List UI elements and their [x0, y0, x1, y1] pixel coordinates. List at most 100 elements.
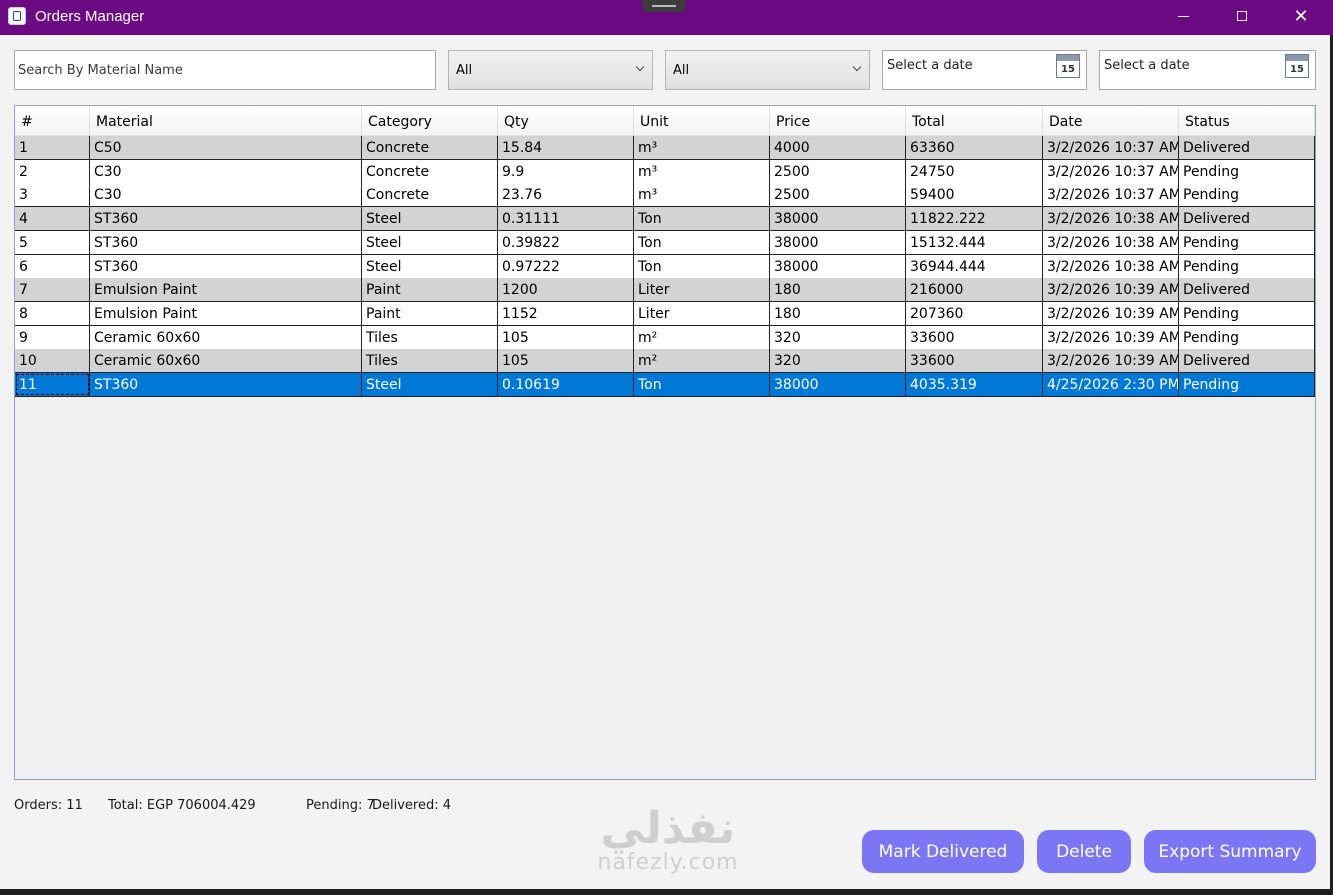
cell-date[interactable]: 4/25/2026 2:30 PM [1043, 373, 1179, 396]
cell-category[interactable]: Tiles [362, 326, 498, 349]
cell-category[interactable]: Paint [362, 302, 498, 325]
cell-status[interactable]: Pending [1179, 231, 1315, 254]
minimize-button[interactable] [1154, 0, 1212, 32]
cell-date[interactable]: 3/2/2026 10:38 AM [1043, 255, 1179, 278]
table-row[interactable]: 8 Emulsion Paint Paint 1152 Liter 180 207360 3/… [15, 302, 1315, 326]
cell-status[interactable]: Delivered [1179, 136, 1315, 159]
cell-unit[interactable]: m² [634, 326, 770, 349]
cell-price[interactable]: 320 [770, 326, 906, 349]
calendar-icon[interactable]: 15 [1056, 54, 1080, 78]
cell-total[interactable]: 33600 [906, 326, 1043, 349]
column-header-price[interactable]: Price [770, 106, 906, 135]
cell-category[interactable]: Concrete [362, 160, 498, 183]
column-header-category[interactable]: Category [362, 106, 498, 135]
table-row[interactable]: 5 ST360 Steel 0.39822 Ton 38000 15132.444 3/2/2… [15, 231, 1315, 255]
cell-date[interactable]: 3/2/2026 10:37 AM [1043, 136, 1179, 159]
column-header-date[interactable]: Date [1043, 106, 1179, 135]
cell-category[interactable]: Paint [362, 278, 498, 301]
cell-unit[interactable]: m³ [634, 136, 770, 159]
cell-num[interactable]: 9 [15, 326, 90, 349]
cell-total[interactable]: 24750 [906, 160, 1043, 183]
cell-qty[interactable]: 0.31111 [498, 207, 634, 230]
cell-status[interactable]: Delivered [1179, 349, 1315, 372]
column-header-qty[interactable]: Qty [498, 106, 634, 135]
cell-status[interactable]: Pending [1179, 255, 1315, 278]
cell-price[interactable]: 4000 [770, 136, 906, 159]
cell-material[interactable]: Emulsion Paint [90, 278, 362, 301]
cell-category[interactable]: Steel [362, 207, 498, 230]
cell-date[interactable]: 3/2/2026 10:39 AM [1043, 278, 1179, 301]
orders-grid[interactable]: # Material Category Qty Unit Price Total Date St… [14, 105, 1316, 780]
cell-status[interactable]: Pending [1179, 160, 1315, 183]
maximize-button[interactable] [1213, 0, 1271, 32]
cell-num[interactable]: 7 [15, 278, 90, 301]
cell-total[interactable]: 216000 [906, 278, 1043, 301]
cell-qty[interactable]: 1152 [498, 302, 634, 325]
cell-price[interactable]: 38000 [770, 255, 906, 278]
cell-unit[interactable]: m² [634, 349, 770, 372]
cell-price[interactable]: 38000 [770, 207, 906, 230]
title-bar[interactable]: Orders Manager ✕ [0, 0, 1333, 35]
cell-date[interactable]: 3/2/2026 10:38 AM [1043, 231, 1179, 254]
cell-total[interactable]: 36944.444 [906, 255, 1043, 278]
cell-material[interactable]: ST360 [90, 373, 362, 396]
cell-total[interactable]: 11822.222 [906, 207, 1043, 230]
cell-unit[interactable]: m³ [634, 183, 770, 206]
table-row[interactable]: 3 C30 Concrete 23.76 m³ 2500 59400 3/2/2026 10:… [15, 183, 1315, 207]
cell-status[interactable]: Pending [1179, 183, 1315, 206]
date-from-picker[interactable]: Select a date 15 [882, 50, 1087, 90]
cell-material[interactable]: C50 [90, 136, 362, 159]
cell-qty[interactable]: 0.39822 [498, 231, 634, 254]
cell-num[interactable]: 4 [15, 207, 90, 230]
cell-unit[interactable]: Liter [634, 302, 770, 325]
search-input[interactable]: Search By Material Name [14, 50, 436, 90]
cell-total[interactable]: 33600 [906, 349, 1043, 372]
cell-material[interactable]: ST360 [90, 255, 362, 278]
cell-total[interactable]: 59400 [906, 183, 1043, 206]
table-row[interactable]: 4 ST360 Steel 0.31111 Ton 38000 11822.222 3/2/2… [15, 207, 1315, 231]
cell-status[interactable]: Pending [1179, 326, 1315, 349]
cell-category[interactable]: Tiles [362, 349, 498, 372]
column-header-unit[interactable]: Unit [634, 106, 770, 135]
cell-date[interactable]: 3/2/2026 10:38 AM [1043, 207, 1179, 230]
cell-date[interactable]: 3/2/2026 10:39 AM [1043, 326, 1179, 349]
cell-num[interactable]: 5 [15, 231, 90, 254]
cell-category[interactable]: Steel [362, 255, 498, 278]
calendar-icon[interactable]: 15 [1285, 54, 1309, 78]
cell-date[interactable]: 3/2/2026 10:39 AM [1043, 302, 1179, 325]
column-header-material[interactable]: Material [90, 106, 362, 135]
cell-unit[interactable]: Liter [634, 278, 770, 301]
cell-price[interactable]: 2500 [770, 183, 906, 206]
cell-unit[interactable]: Ton [634, 373, 770, 396]
cell-num[interactable]: 10 [15, 349, 90, 372]
cell-date[interactable]: 3/2/2026 10:37 AM [1043, 160, 1179, 183]
cell-status[interactable]: Pending [1179, 302, 1315, 325]
table-row[interactable]: 1 C50 Concrete 15.84 m³ 4000 63360 3/2/2026 10:… [15, 136, 1315, 160]
cell-total[interactable]: 4035.319 [906, 373, 1043, 396]
cell-category[interactable]: Steel [362, 373, 498, 396]
column-header-num[interactable]: # [15, 106, 90, 135]
cell-material[interactable]: Ceramic 60x60 [90, 326, 362, 349]
cell-status[interactable]: Pending [1179, 373, 1315, 396]
cell-qty[interactable]: 23.76 [498, 183, 634, 206]
cell-material[interactable]: ST360 [90, 207, 362, 230]
cell-price[interactable]: 38000 [770, 231, 906, 254]
table-row[interactable]: 7 Emulsion Paint Paint 1200 Liter 180 216000 3/… [15, 278, 1315, 302]
cell-qty[interactable]: 9.9 [498, 160, 634, 183]
cell-price[interactable]: 2500 [770, 160, 906, 183]
cell-total[interactable]: 15132.444 [906, 231, 1043, 254]
cell-material[interactable]: Emulsion Paint [90, 302, 362, 325]
table-row[interactable]: 9 Ceramic 60x60 Tiles 105 m² 320 33600 3/2/2026… [15, 326, 1315, 350]
cell-date[interactable]: 3/2/2026 10:37 AM [1043, 183, 1179, 206]
table-row[interactable]: 11 ST360 Steel 0.10619 Ton 38000 4035.319 4/25/… [15, 373, 1315, 397]
cell-num[interactable]: 3 [15, 183, 90, 206]
cell-qty[interactable]: 1200 [498, 278, 634, 301]
mark-delivered-button[interactable]: Mark Delivered [862, 830, 1024, 873]
cell-qty[interactable]: 105 [498, 349, 634, 372]
cell-unit[interactable]: Ton [634, 255, 770, 278]
cell-date[interactable]: 3/2/2026 10:39 AM [1043, 349, 1179, 372]
cell-qty[interactable]: 0.10619 [498, 373, 634, 396]
cell-category[interactable]: Concrete [362, 136, 498, 159]
export-summary-button[interactable]: Export Summary [1144, 830, 1316, 873]
cell-material[interactable]: Ceramic 60x60 [90, 349, 362, 372]
